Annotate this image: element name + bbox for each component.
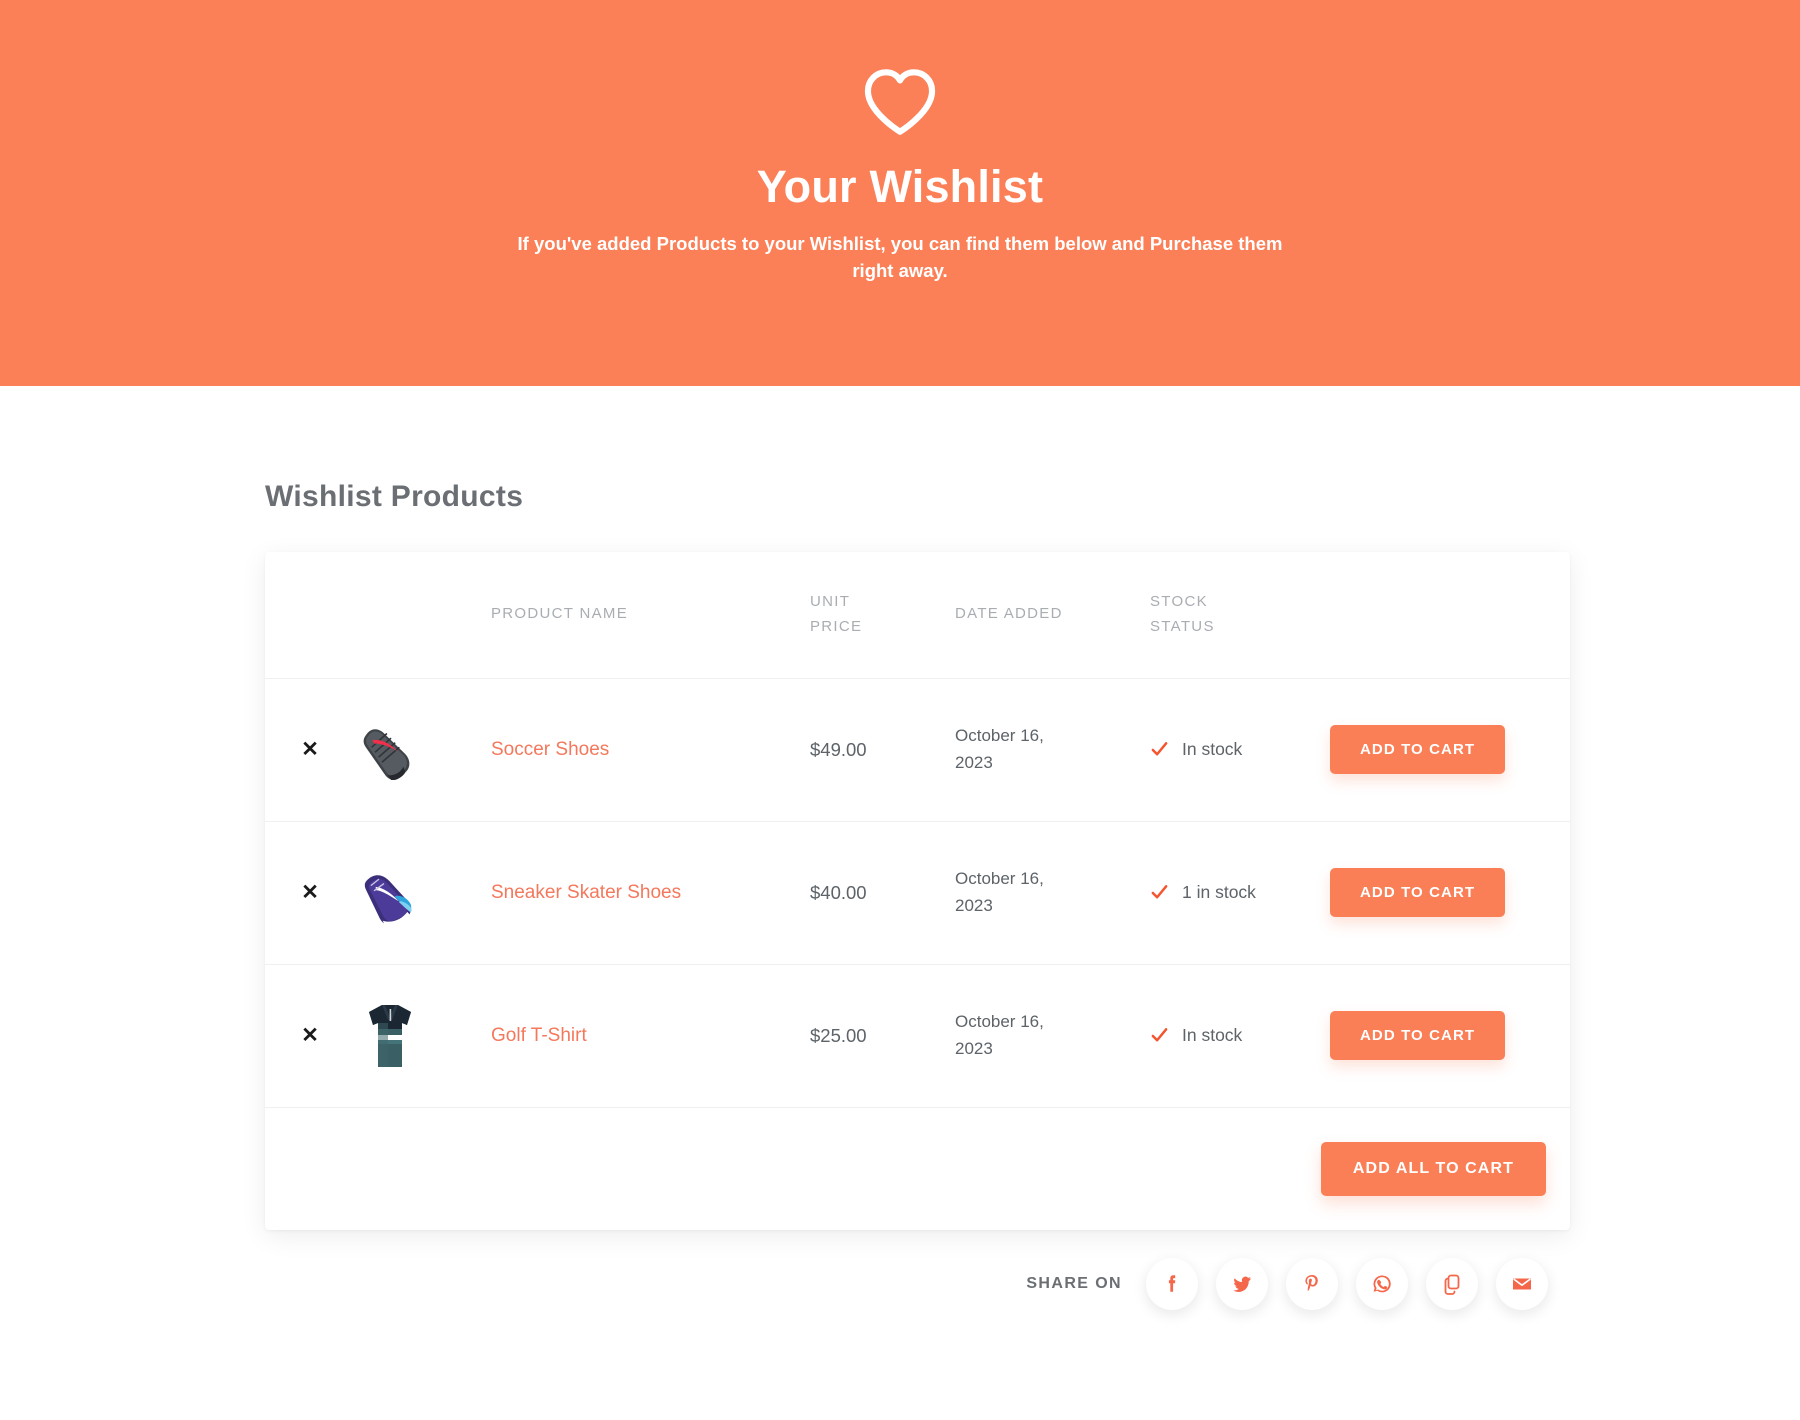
table-header: PRODUCT NAME UNIT PRICE DATE ADDED STOCK…: [265, 552, 1570, 679]
share-twitter-button[interactable]: [1216, 1257, 1268, 1310]
remove-item-button[interactable]: ✕: [301, 739, 319, 760]
date-added-value: October 16, 2023: [955, 869, 1044, 915]
column-header-stock-status-line2: STATUS: [1150, 617, 1215, 635]
product-name-cell: Soccer Shoes: [485, 678, 810, 822]
product-name-cell: Sneaker Skater Shoes: [485, 821, 810, 965]
date-added-cell: October 16, 2023: [955, 821, 1150, 965]
table-row: ✕ Sneaker Skater Shoes $40.00 October 16…: [265, 821, 1570, 965]
check-icon: [1151, 885, 1168, 899]
column-header-stock-status-line1: STOCK: [1150, 593, 1208, 610]
stock-status-cell: In stock: [1150, 678, 1330, 822]
share-facebook-button[interactable]: [1146, 1257, 1198, 1310]
email-icon: [1513, 1277, 1531, 1289]
share-label: SHARE ON: [1026, 1274, 1122, 1292]
polo-shirt-thumbnail[interactable]: [355, 995, 425, 1077]
column-header-unit-price-line2: PRICE: [810, 617, 863, 635]
table-row: ✕ Golf T-Shirt $25.00 October 16, 2023 I…: [265, 964, 1570, 1108]
column-header-remove: [265, 552, 355, 679]
thumbnail-cell: [355, 964, 485, 1108]
add-to-cart-button[interactable]: ADD TO CART: [1330, 868, 1506, 917]
share-whatsapp-button[interactable]: [1356, 1257, 1408, 1310]
table-row: ✕ Soccer Shoes $49.00 October 16, 2023 I…: [265, 678, 1570, 822]
wishlist-card: PRODUCT NAME UNIT PRICE DATE ADDED STOCK…: [265, 552, 1570, 1230]
column-header-unit-price: UNIT PRICE: [810, 552, 955, 679]
page-subtitle: If you've added Products to your Wishlis…: [517, 232, 1283, 282]
date-added-value: October 16, 2023: [955, 1012, 1044, 1058]
wishlist-table: PRODUCT NAME UNIT PRICE DATE ADDED STOCK…: [265, 552, 1570, 1108]
add-all-to-cart-button[interactable]: ADD ALL TO CART: [1320, 1141, 1546, 1196]
check-icon: [1151, 742, 1168, 756]
column-header-date-added: DATE ADDED: [955, 552, 1150, 679]
soccer-cleat-thumbnail[interactable]: [355, 709, 425, 791]
remove-cell: ✕: [265, 678, 355, 822]
thumbnail-cell: [355, 821, 485, 965]
product-name-link[interactable]: Sneaker Skater Shoes: [485, 882, 681, 904]
facebook-icon: [1168, 1274, 1176, 1292]
product-name-cell: Golf T-Shirt: [485, 964, 810, 1108]
share-copy-link-button[interactable]: [1426, 1257, 1478, 1310]
remove-cell: ✕: [265, 964, 355, 1108]
table-header-row: PRODUCT NAME UNIT PRICE DATE ADDED STOCK…: [265, 552, 1570, 679]
heart-icon: [864, 69, 936, 135]
check-icon: [1151, 1028, 1168, 1042]
page-title: Your Wishlist: [756, 161, 1044, 212]
unit-price-cell: $40.00: [810, 821, 955, 965]
product-name-link[interactable]: Soccer Shoes: [485, 739, 609, 761]
stock-status-text: In stock: [1182, 739, 1243, 759]
product-name-link[interactable]: Golf T-Shirt: [485, 1025, 587, 1047]
remove-item-button[interactable]: ✕: [301, 882, 319, 903]
column-header-stock-status: STOCK STATUS: [1150, 552, 1330, 679]
unit-price-cell: $49.00: [810, 678, 955, 822]
stock-status-badge: In stock: [1150, 739, 1330, 760]
stock-status-cell: In stock: [1150, 964, 1330, 1108]
date-added-cell: October 16, 2023: [955, 678, 1150, 822]
date-added-cell: October 16, 2023: [955, 964, 1150, 1108]
twitter-icon: [1233, 1276, 1251, 1292]
unit-price-cell: $25.00: [810, 964, 955, 1108]
stock-status-badge: In stock: [1150, 1025, 1330, 1046]
add-to-cart-button[interactable]: ADD TO CART: [1330, 725, 1506, 774]
wishlist-main: Wishlist Products PRODUCT NAME UNIT PRIC…: [0, 480, 1800, 1310]
thumbnail-cell: [355, 678, 485, 822]
pinterest-icon: [1305, 1274, 1318, 1291]
stock-status-badge: 1 in stock: [1150, 882, 1330, 903]
column-header-unit-price-line1: UNIT: [810, 593, 851, 610]
whatsapp-icon: [1373, 1274, 1391, 1292]
stock-status-cell: 1 in stock: [1150, 821, 1330, 965]
action-cell: ADD TO CART: [1330, 678, 1570, 822]
share-email-button[interactable]: [1496, 1257, 1548, 1310]
wishlist-card-footer: ADD ALL TO CART: [265, 1108, 1570, 1230]
action-cell: ADD TO CART: [1330, 964, 1570, 1108]
remove-item-button[interactable]: ✕: [301, 1025, 319, 1046]
date-added-value: October 16, 2023: [955, 726, 1044, 772]
sneaker-thumbnail[interactable]: [355, 852, 425, 934]
action-cell: ADD TO CART: [1330, 821, 1570, 965]
wishlist-hero-banner: Your Wishlist If you've added Products t…: [0, 0, 1800, 386]
stock-status-text: In stock: [1182, 1025, 1243, 1045]
stock-status-text: 1 in stock: [1182, 882, 1256, 902]
column-header-thumbnail: [355, 552, 485, 679]
share-pinterest-button[interactable]: [1286, 1257, 1338, 1310]
section-title: Wishlist Products: [265, 480, 524, 513]
column-header-action: [1330, 552, 1570, 679]
copy-link-icon: [1444, 1274, 1460, 1295]
table-body: ✕ Soccer Shoes $49.00 October 16, 2023 I…: [265, 678, 1570, 1108]
share-row: SHARE ON: [265, 1257, 1570, 1310]
add-to-cart-button[interactable]: ADD TO CART: [1330, 1011, 1506, 1060]
remove-cell: ✕: [265, 821, 355, 965]
column-header-product-name: PRODUCT NAME: [485, 552, 810, 679]
